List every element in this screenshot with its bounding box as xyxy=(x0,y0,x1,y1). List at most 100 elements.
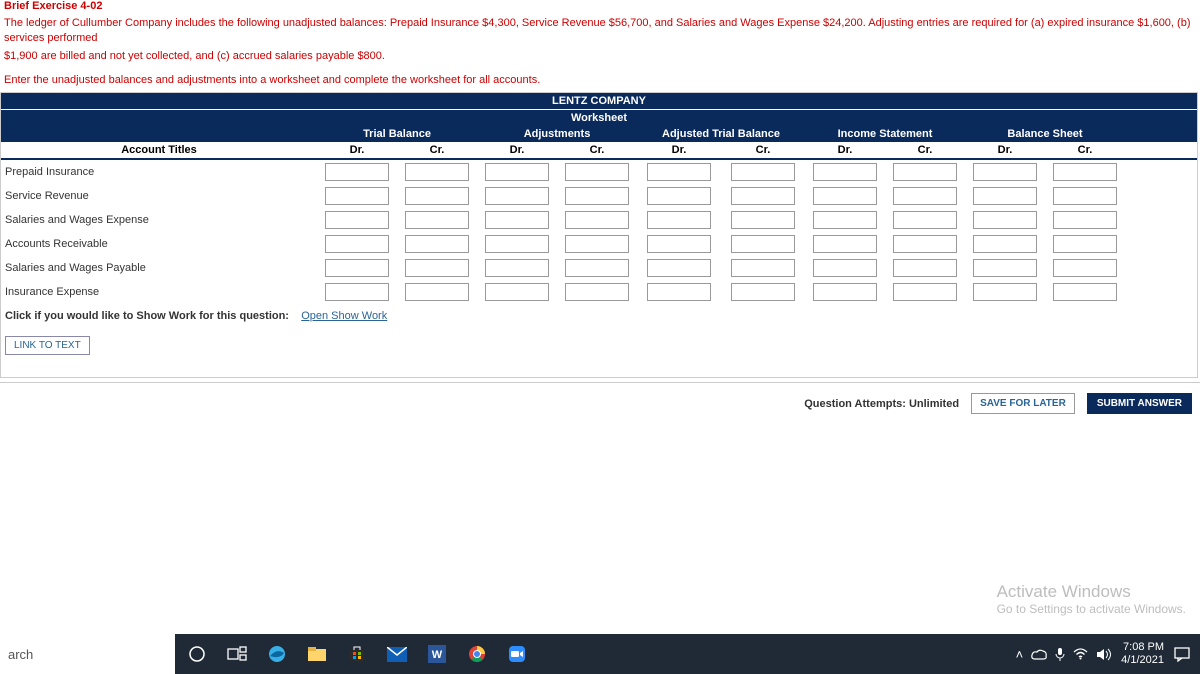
worksheet-cell-input[interactable] xyxy=(565,211,629,229)
worksheet-cell-input[interactable] xyxy=(325,163,389,181)
worksheet-cell-input[interactable] xyxy=(565,235,629,253)
worksheet-cell-input[interactable] xyxy=(565,163,629,181)
worksheet-cell-input[interactable] xyxy=(1053,259,1117,277)
worksheet-cell-input[interactable] xyxy=(647,259,711,277)
worksheet-cell-input[interactable] xyxy=(1053,235,1117,253)
table-row: Insurance Expense xyxy=(1,280,1197,304)
account-title: Salaries and Wages Payable xyxy=(1,262,317,274)
zoom-icon[interactable] xyxy=(505,642,529,666)
worksheet-cell-input[interactable] xyxy=(565,187,629,205)
col-cr: Cr. xyxy=(397,142,477,158)
tray-wifi-icon[interactable] xyxy=(1073,648,1088,660)
col-dr: Dr. xyxy=(805,142,885,158)
worksheet-cell-input[interactable] xyxy=(485,235,549,253)
worksheet-cell-input[interactable] xyxy=(893,283,957,301)
worksheet-cell-input[interactable] xyxy=(813,283,877,301)
submit-answer-button[interactable]: SUBMIT ANSWER xyxy=(1087,393,1192,414)
worksheet-cell-input[interactable] xyxy=(893,187,957,205)
cortana-icon[interactable] xyxy=(185,642,209,666)
account-title: Salaries and Wages Expense xyxy=(1,214,317,226)
tray-onedrive-icon[interactable] xyxy=(1031,649,1047,660)
worksheet-cell-input[interactable] xyxy=(325,187,389,205)
worksheet-cell-input[interactable] xyxy=(731,211,795,229)
worksheet-cell-input[interactable] xyxy=(647,235,711,253)
worksheet-cell-input[interactable] xyxy=(893,211,957,229)
worksheet-cell-input[interactable] xyxy=(731,163,795,181)
col-cr: Cr. xyxy=(721,142,805,158)
worksheet-cell-input[interactable] xyxy=(893,235,957,253)
worksheet-cell-input[interactable] xyxy=(647,187,711,205)
exercise-instruction-2: $1,900 are billed and not yet collected,… xyxy=(4,49,1196,64)
mail-icon[interactable] xyxy=(385,642,409,666)
col-cr: Cr. xyxy=(557,142,637,158)
store-icon[interactable] xyxy=(345,642,369,666)
worksheet-cell-input[interactable] xyxy=(565,259,629,277)
worksheet-cell-input[interactable] xyxy=(1053,283,1117,301)
chrome-icon[interactable] xyxy=(465,642,489,666)
worksheet-cell-input[interactable] xyxy=(485,211,549,229)
worksheet-cell-input[interactable] xyxy=(973,163,1037,181)
worksheet-cell-input[interactable] xyxy=(485,259,549,277)
link-to-text-button[interactable]: LINK TO TEXT xyxy=(5,336,90,355)
table-row: Accounts Receivable xyxy=(1,232,1197,256)
worksheet-cell-input[interactable] xyxy=(731,235,795,253)
tray-chevron-icon[interactable]: ˄ xyxy=(1016,647,1024,662)
worksheet-cell-input[interactable] xyxy=(813,259,877,277)
worksheet-cell-input[interactable] xyxy=(973,211,1037,229)
worksheet-cell-input[interactable] xyxy=(731,187,795,205)
worksheet-cell-input[interactable] xyxy=(813,163,877,181)
watermark-heading: Activate Windows xyxy=(997,582,1186,602)
table-row: Service Revenue xyxy=(1,184,1197,208)
word-icon[interactable]: W xyxy=(425,642,449,666)
worksheet-cell-input[interactable] xyxy=(325,259,389,277)
worksheet-cell-input[interactable] xyxy=(731,259,795,277)
worksheet-cell-input[interactable] xyxy=(485,163,549,181)
account-title: Insurance Expense xyxy=(1,286,317,298)
worksheet-cell-input[interactable] xyxy=(405,187,469,205)
worksheet-cell-input[interactable] xyxy=(405,235,469,253)
edge-icon[interactable] xyxy=(265,642,289,666)
worksheet-cell-input[interactable] xyxy=(973,187,1037,205)
worksheet-cell-input[interactable] xyxy=(647,283,711,301)
worksheet-cell-input[interactable] xyxy=(325,235,389,253)
worksheet-cell-input[interactable] xyxy=(973,283,1037,301)
worksheet-drcr-header: Account Titles Dr.Cr. Dr.Cr. Dr.Cr. Dr.C… xyxy=(1,142,1197,160)
worksheet-cell-input[interactable] xyxy=(893,259,957,277)
worksheet-cell-input[interactable] xyxy=(485,187,549,205)
worksheet-cell-input[interactable] xyxy=(1053,211,1117,229)
worksheet-cell-input[interactable] xyxy=(813,187,877,205)
taskbar-date: 4/1/2021 xyxy=(1121,654,1164,667)
taskbar-search[interactable]: arch xyxy=(0,634,175,674)
worksheet-cell-input[interactable] xyxy=(647,211,711,229)
worksheet-cell-input[interactable] xyxy=(813,235,877,253)
worksheet-cell-input[interactable] xyxy=(647,163,711,181)
worksheet-cell-input[interactable] xyxy=(325,211,389,229)
worksheet-cell-input[interactable] xyxy=(405,211,469,229)
worksheet-cell-input[interactable] xyxy=(1053,187,1117,205)
group-adjusted-trial-balance: Adjusted Trial Balance xyxy=(637,126,805,142)
worksheet-cell-input[interactable] xyxy=(405,283,469,301)
worksheet-cell-input[interactable] xyxy=(325,283,389,301)
task-view-icon[interactable] xyxy=(225,642,249,666)
worksheet-cell-input[interactable] xyxy=(973,259,1037,277)
worksheet-cell-input[interactable] xyxy=(405,163,469,181)
worksheet-cell-input[interactable] xyxy=(1053,163,1117,181)
file-explorer-icon[interactable] xyxy=(305,642,329,666)
tray-mic-icon[interactable] xyxy=(1055,647,1065,661)
col-dr: Dr. xyxy=(477,142,557,158)
open-show-work-link[interactable]: Open Show Work xyxy=(301,310,387,322)
worksheet-cell-input[interactable] xyxy=(973,235,1037,253)
worksheet-cell-input[interactable] xyxy=(731,283,795,301)
worksheet-cell-input[interactable] xyxy=(893,163,957,181)
worksheet-cell-input[interactable] xyxy=(813,211,877,229)
worksheet-cell-input[interactable] xyxy=(485,283,549,301)
account-titles-label: Account Titles xyxy=(1,142,317,158)
tray-volume-icon[interactable] xyxy=(1096,648,1111,661)
worksheet-cell-input[interactable] xyxy=(565,283,629,301)
worksheet-cell-input[interactable] xyxy=(405,259,469,277)
taskbar-clock[interactable]: 7:08 PM 4/1/2021 xyxy=(1121,641,1164,667)
notifications-icon[interactable] xyxy=(1174,646,1190,662)
save-for-later-button[interactable]: SAVE FOR LATER xyxy=(971,393,1075,414)
group-balance-sheet: Balance Sheet xyxy=(965,126,1125,142)
taskbar: arch W ˄ xyxy=(0,634,1200,674)
